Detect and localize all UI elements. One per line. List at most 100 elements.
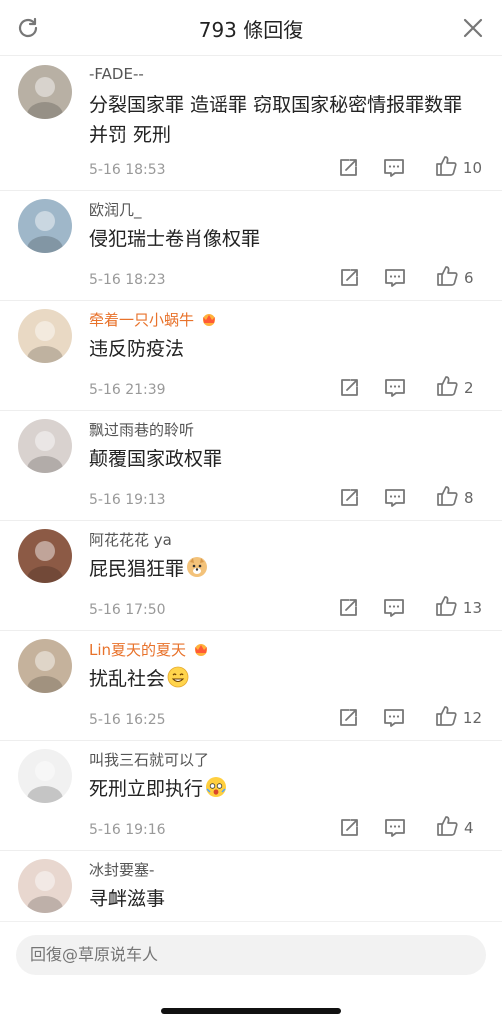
comment-text: 扰乱社会	[89, 664, 472, 694]
thumbs-up-icon	[435, 595, 457, 621]
avatar[interactable]	[18, 419, 72, 473]
username-text[interactable]: 冰封要塞-	[89, 861, 154, 879]
like-button[interactable]: 12	[429, 705, 482, 731]
avatar[interactable]	[18, 65, 72, 119]
avatar[interactable]	[18, 639, 72, 693]
username-text[interactable]: -FADE--	[89, 65, 144, 83]
comment-actions: 12	[313, 706, 482, 730]
avatar[interactable]	[18, 859, 72, 913]
reply-icon[interactable]	[384, 267, 406, 289]
thumbs-up-icon	[436, 265, 458, 291]
like-count: 8	[464, 489, 474, 507]
comment-item[interactable]: -FADE-- 分裂国家罪 造谣罪 窃取国家秘密情报罪数罪并罚 死刑 5-16 18…	[0, 57, 502, 191]
comment-actions: 8	[314, 486, 482, 510]
comment-text: 寻衅滋事	[89, 884, 472, 914]
comment-text: 违反防疫法	[89, 334, 472, 364]
like-count: 13	[462, 599, 482, 617]
comment-timestamp: 5-16 19:16	[89, 822, 166, 838]
share-icon[interactable]	[337, 597, 359, 619]
comment-actions: 6	[314, 266, 482, 290]
share-icon[interactable]	[338, 377, 360, 399]
comment-username[interactable]: Lin夏天的夏天	[89, 639, 210, 660]
reply-icon[interactable]	[383, 597, 405, 619]
like-button[interactable]: 10	[429, 155, 482, 181]
like-count: 12	[462, 709, 482, 727]
comment-username[interactable]: -FADE--	[89, 65, 144, 83]
like-count: 4	[464, 819, 474, 837]
comment-item[interactable]: 欧润几_ 侵犯瑞士卷肖像权罪 5-16 18:23 6	[0, 191, 502, 301]
comment-timestamp: 5-16 18:23	[89, 272, 166, 288]
comment-username[interactable]: 叫我三石就可以了	[89, 749, 209, 770]
like-button[interactable]: 2	[430, 375, 482, 401]
reply-icon[interactable]	[383, 157, 405, 179]
comment-item[interactable]: 叫我三石就可以了死刑立即执行 5-16 19:16 4	[0, 741, 502, 851]
reply-icon[interactable]	[384, 377, 406, 399]
comment-username[interactable]: 飘过雨巷的聆听	[89, 419, 194, 440]
comment-timestamp: 5-16 21:39	[89, 382, 166, 398]
reply-input[interactable]	[16, 935, 486, 975]
avatar[interactable]	[18, 749, 72, 803]
username-text[interactable]: 欧润几_	[89, 201, 142, 219]
footer	[0, 921, 502, 1024]
close-icon[interactable]	[462, 17, 484, 39]
comment-body: 寻衅滋事	[89, 888, 166, 910]
comment-item[interactable]: 阿花花花 ya 屁民猖狂罪 5-16 17:50 13	[0, 521, 502, 631]
comment-timestamp: 5-16 18:53	[89, 162, 166, 178]
comment-item[interactable]: 飘过雨巷的聆听颠覆国家政权罪 5-16 19:13 8	[0, 411, 502, 521]
avatar[interactable]	[18, 199, 72, 253]
like-button[interactable]: 13	[429, 595, 482, 621]
comment-list[interactable]: -FADE-- 分裂国家罪 造谣罪 窃取国家秘密情报罪数罪并罚 死刑 5-16 18…	[0, 57, 502, 921]
reply-icon[interactable]	[384, 487, 406, 509]
comment-username[interactable]: 牵着一只小蜗牛	[89, 309, 218, 330]
thumbs-up-icon	[436, 485, 458, 511]
comment-username[interactable]: 冰封要塞-	[89, 859, 154, 880]
thumbs-up-icon	[435, 155, 457, 181]
comment-body: 侵犯瑞士卷肖像权罪	[89, 228, 261, 250]
like-count: 6	[464, 269, 474, 287]
comment-username[interactable]: 阿花花花 ya	[89, 529, 172, 550]
comment-item[interactable]: 牵着一只小蜗牛违反防疫法 5-16 21:39 2	[0, 301, 502, 411]
header: 793 條回復	[0, 0, 502, 56]
comment-text: 死刑立即执行	[89, 774, 472, 804]
like-button[interactable]: 4	[430, 815, 482, 841]
avatar[interactable]	[18, 529, 72, 583]
share-icon[interactable]	[338, 487, 360, 509]
like-button[interactable]: 6	[430, 265, 482, 291]
username-text[interactable]: 牵着一只小蜗牛	[89, 311, 194, 329]
comment-body: 扰乱社会	[89, 668, 166, 690]
comment-actions: 10	[313, 156, 482, 180]
vip-crown-icon	[200, 312, 218, 326]
grin-emoji	[167, 666, 189, 688]
comment-body: 死刑立即执行	[89, 778, 204, 800]
comment-body: 违反防疫法	[89, 338, 185, 360]
like-count: 10	[462, 159, 482, 177]
comment-actions: 13	[313, 596, 482, 620]
comment-actions: 2	[314, 376, 482, 400]
reply-icon[interactable]	[384, 817, 406, 839]
like-button[interactable]: 8	[430, 485, 482, 511]
share-icon[interactable]	[338, 817, 360, 839]
avatar[interactable]	[18, 309, 72, 363]
reply-icon[interactable]	[383, 707, 405, 729]
comment-item[interactable]: Lin夏天的夏天扰乱社会 5-16 16:25 12	[0, 631, 502, 741]
comment-username[interactable]: 欧润几_	[89, 199, 142, 220]
share-icon[interactable]	[337, 707, 359, 729]
username-text[interactable]: Lin夏天的夏天	[89, 641, 186, 659]
thumbs-up-icon	[436, 815, 458, 841]
thumbs-up-icon	[436, 375, 458, 401]
comment-timestamp: 5-16 16:25	[89, 712, 166, 728]
thumbs-up-icon	[435, 705, 457, 731]
home-indicator	[161, 1008, 341, 1014]
username-text[interactable]: 叫我三石就可以了	[89, 751, 209, 769]
share-icon[interactable]	[338, 267, 360, 289]
comment-body: 分裂国家罪 造谣罪 窃取国家秘密情报罪数罪并罚 死刑	[89, 94, 463, 146]
share-icon[interactable]	[337, 157, 359, 179]
shock-emoji	[205, 776, 227, 798]
comment-body: 颠覆国家政权罪	[89, 448, 223, 470]
like-count: 2	[464, 379, 474, 397]
username-text[interactable]: 飘过雨巷的聆听	[89, 421, 194, 439]
username-text[interactable]: 阿花花花 ya	[89, 531, 172, 549]
comment-item[interactable]: 冰封要塞- 寻衅滋事	[0, 851, 502, 921]
comment-text: 分裂国家罪 造谣罪 窃取国家秘密情报罪数罪并罚 死刑	[89, 90, 472, 150]
comment-timestamp: 5-16 19:13	[89, 492, 166, 508]
